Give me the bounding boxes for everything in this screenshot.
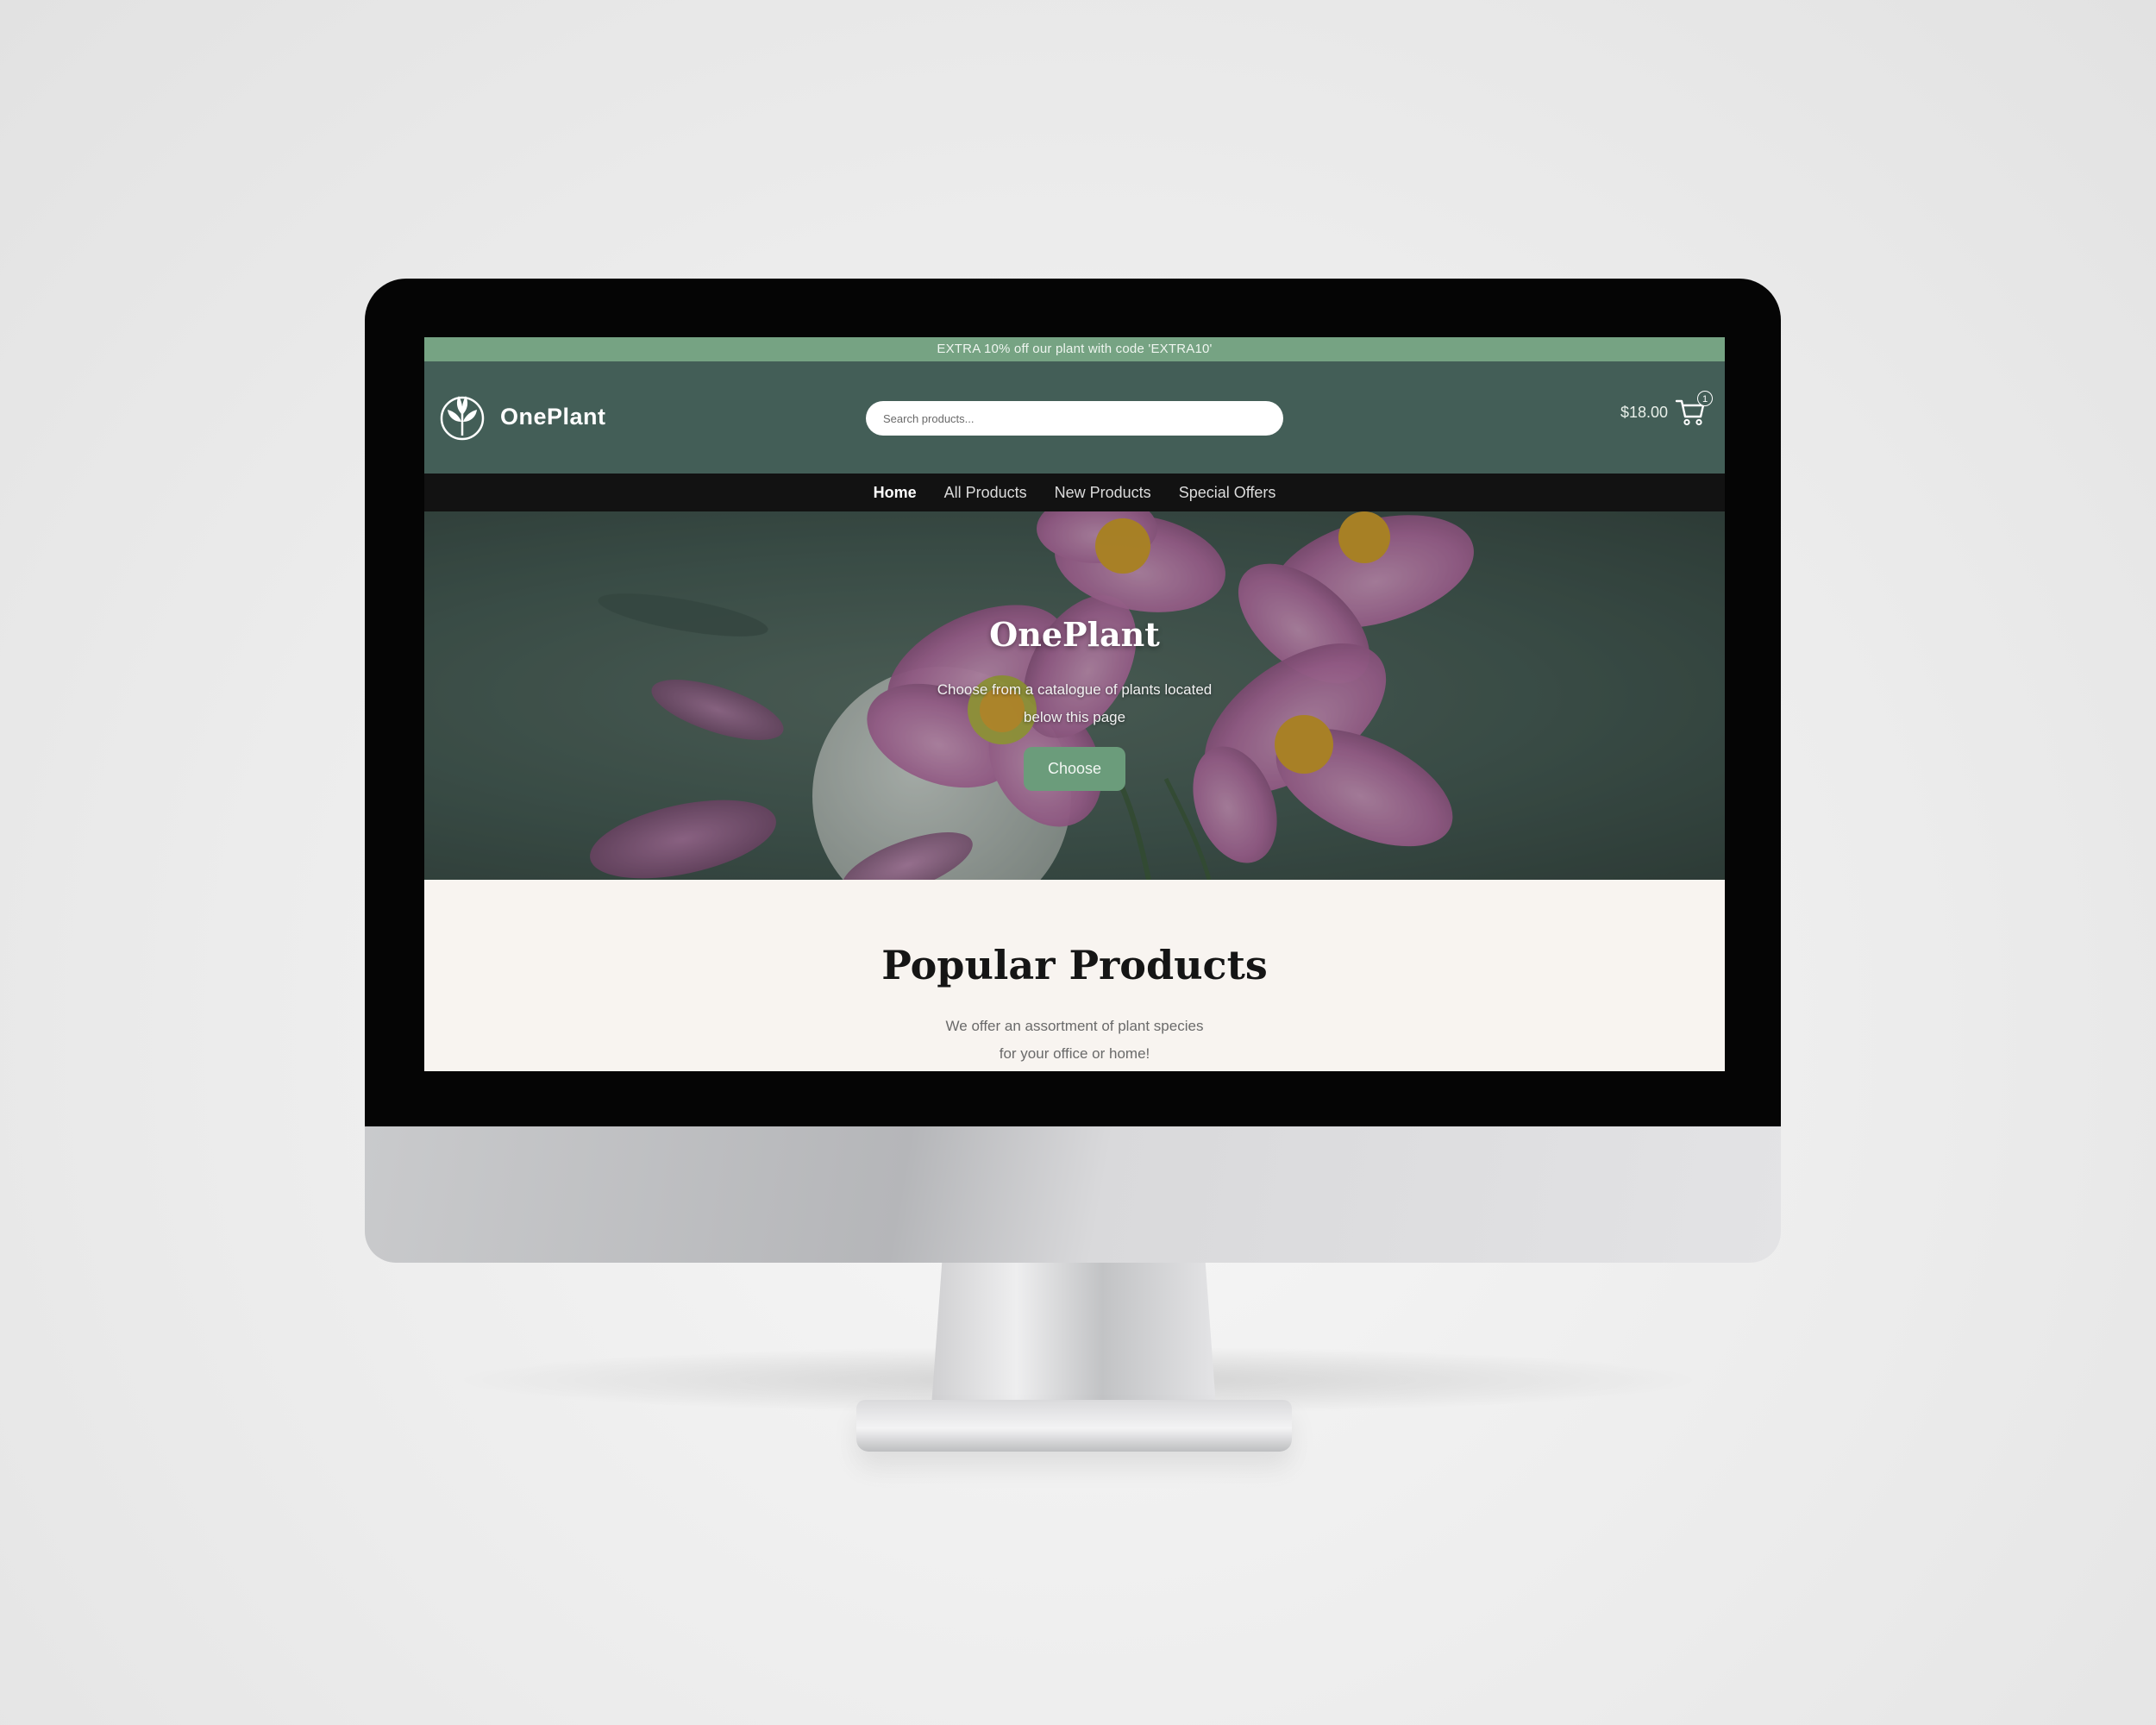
hero-title: OnePlant (989, 615, 1160, 654)
imac-mockup: EXTRA 10% off our plant with code 'EXTRA… (365, 279, 1781, 1452)
search-input[interactable] (866, 401, 1283, 436)
monitor-chin (365, 1126, 1781, 1263)
nav-all-products[interactable]: All Products (944, 484, 1027, 502)
popular-products-section: Popular Products We offer an assortment … (424, 880, 1725, 1068)
hero-subtitle: Choose from a catalogue of plants locate… (937, 681, 1213, 725)
cart-count-badge: 1 (1697, 391, 1713, 406)
hero-banner: OnePlant Choose from a catalogue of plan… (424, 511, 1725, 880)
nav-special-offers[interactable]: Special Offers (1179, 484, 1276, 502)
main-nav: Home All Products New Products Special O… (424, 474, 1725, 511)
popular-products-title: Popular Products (881, 942, 1268, 988)
nav-home[interactable]: Home (874, 484, 917, 502)
cart-widget[interactable]: $18.00 1 (1620, 391, 1713, 427)
brand-logo[interactable]: OnePlant (438, 392, 606, 441)
nav-new-products[interactable]: New Products (1055, 484, 1151, 502)
monitor-foot (856, 1400, 1292, 1452)
brand-name: OnePlant (500, 403, 606, 430)
website-screen: EXTRA 10% off our plant with code 'EXTRA… (424, 337, 1725, 1071)
site-header: OnePlant $18.00 1 (424, 361, 1725, 474)
promo-banner: EXTRA 10% off our plant with code 'EXTRA… (424, 337, 1725, 361)
popular-products-subtitle: We offer an assortment of plant species … (945, 1018, 1204, 1062)
monitor-stand (931, 1263, 1217, 1418)
cart-button[interactable]: 1 (1675, 391, 1713, 427)
choose-button[interactable]: Choose (1023, 747, 1126, 791)
cart-total: $18.00 (1620, 403, 1668, 421)
leaf-logo-icon (440, 396, 485, 441)
hero-content: OnePlant Choose from a catalogue of plan… (424, 615, 1725, 791)
